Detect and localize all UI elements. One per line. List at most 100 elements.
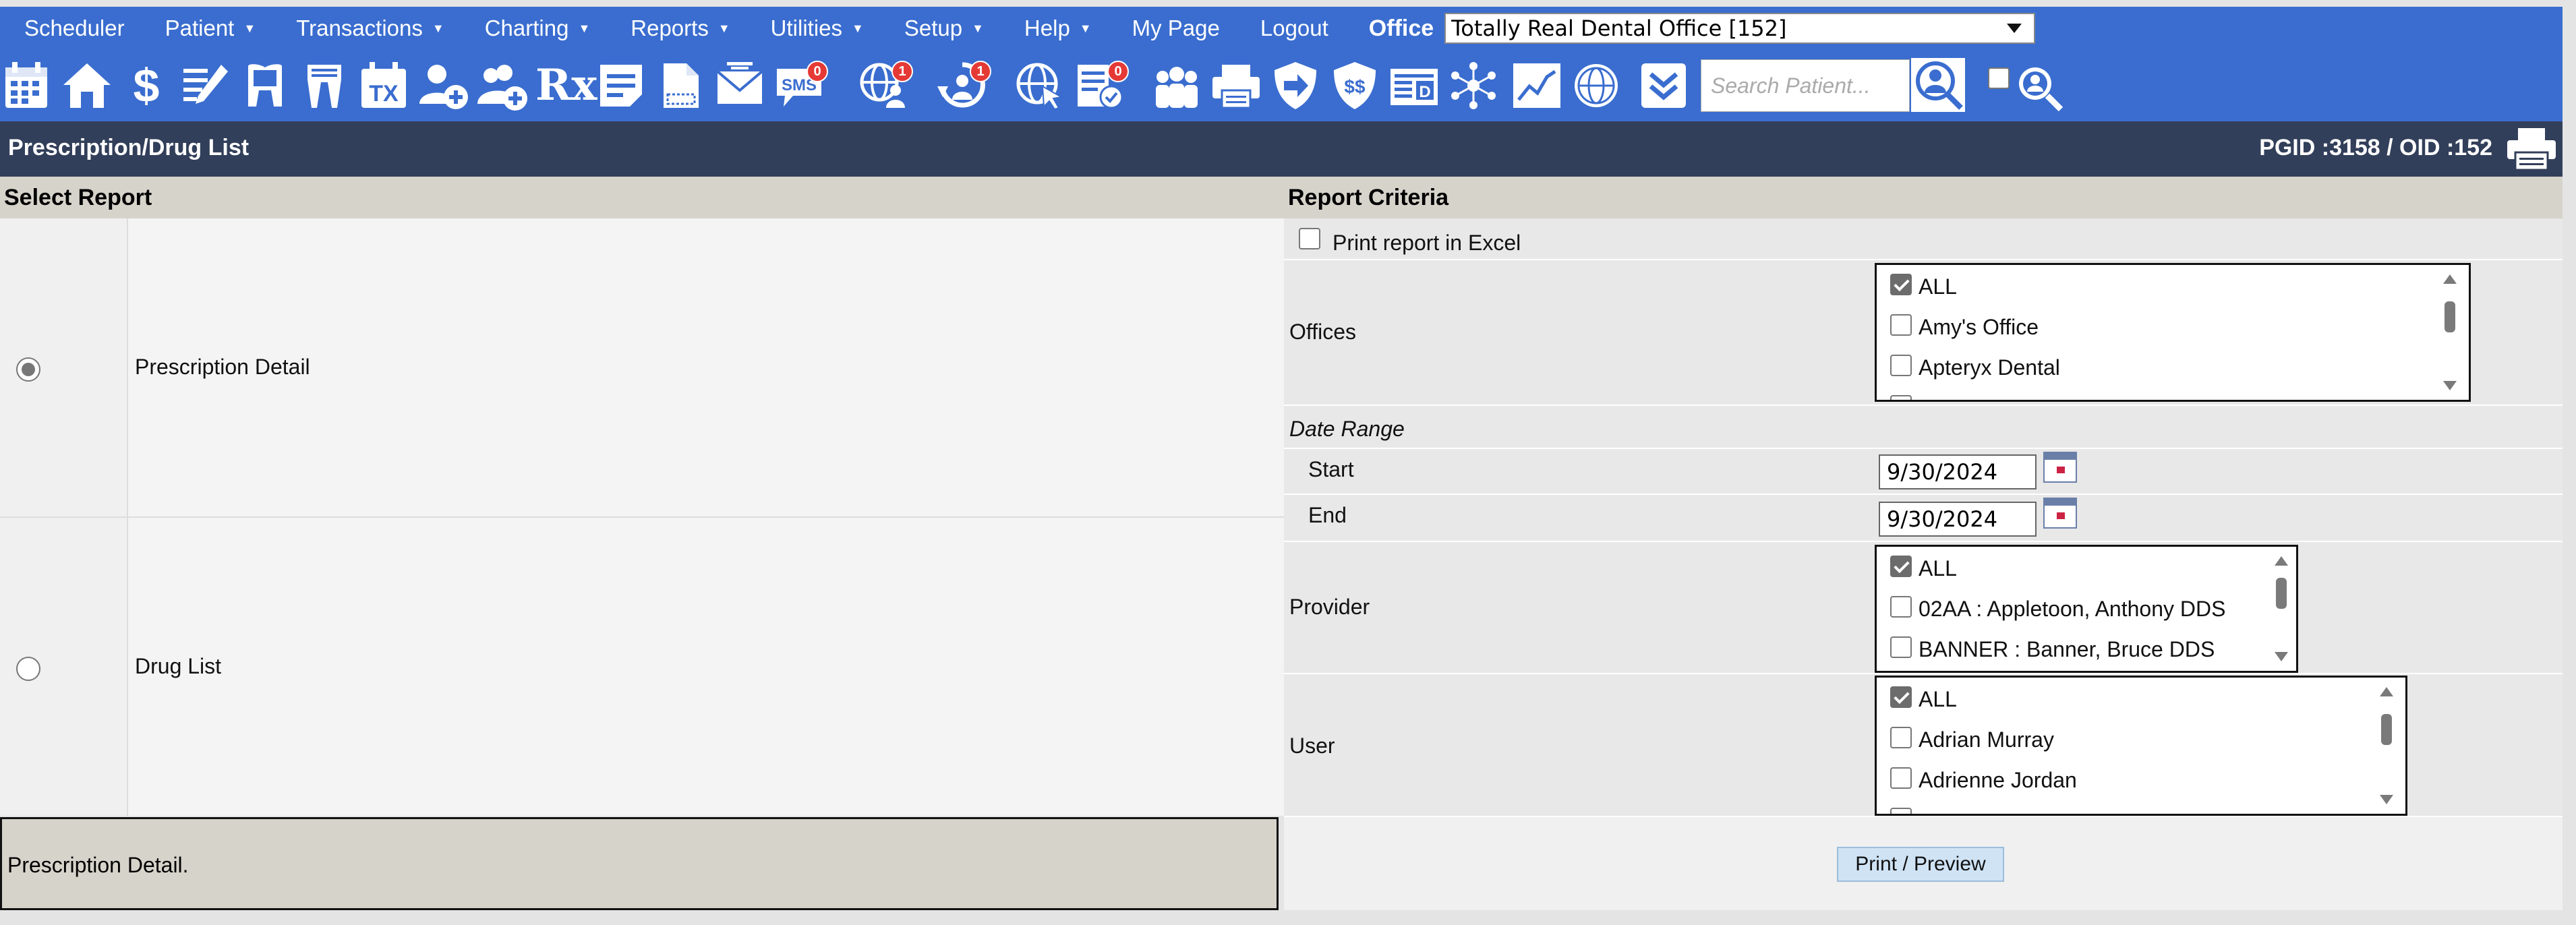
tooth-icon[interactable] [239,59,291,112]
mail-icon[interactable] [713,59,766,112]
menu-my-page[interactable]: My Page [1132,16,1220,41]
user-listbox[interactable]: ALL Adrian Murray Adrienne Jordan [1875,676,2407,816]
menu-reports[interactable]: Reports ▼ [631,16,730,41]
globe-person-icon[interactable] [1570,59,1622,112]
report-option-prescription-detail[interactable]: Prescription Detail [0,218,1284,518]
office-option-partial [1890,394,1919,400]
prescription-detail-radio[interactable] [16,357,40,382]
search-patient-button[interactable] [1911,58,1965,112]
offices-scrollbar[interactable] [2439,268,2461,397]
provider-listbox[interactable]: ALL 02AA : Appletoon, Anthony DDS BANNER… [1875,545,2298,673]
option-label: ALL [1919,274,1957,299]
scroll-thumb[interactable] [2445,301,2455,332]
add-family-icon[interactable] [476,59,529,112]
calendar-icon[interactable] [1,59,54,112]
dollar-icon[interactable]: $ [120,59,173,112]
menu-label: Utilities [770,16,843,40]
caret-down-icon: ▼ [432,21,444,35]
provider-option-all[interactable]: ALL [1890,555,1957,581]
home-icon[interactable] [61,59,113,112]
recall-icon[interactable]: 1 [936,59,991,112]
office-checkbox[interactable] [1890,314,1912,336]
office-select[interactable]: Totally Real Dental Office [152] [1444,13,2036,44]
patient-search-input[interactable]: Search Patient... [1701,59,1910,112]
offices-row: Offices ALL Amy's Office Apteryx Dental [1284,260,2563,406]
user-checkbox[interactable] [1890,726,1912,748]
user-option[interactable]: Adrian Murray [1890,726,2054,752]
advanced-search-icon[interactable] [2011,59,2065,113]
provider-option[interactable]: BANNER : Banner, Bruce DDS [1890,636,2215,662]
menu-scheduler[interactable]: Scheduler [24,16,125,41]
line-chart-icon[interactable] [1511,59,1563,112]
web-click-icon[interactable] [1013,59,1065,112]
scroll-down-icon[interactable] [2380,795,2393,804]
print-page-icon[interactable] [2505,127,2558,171]
web-count-badge: 1 [891,61,913,82]
menu-help[interactable]: Help ▼ [1024,16,1092,41]
user-checkbox[interactable] [1890,767,1912,789]
office-checkbox[interactable] [1890,354,1912,376]
search-option-checkbox[interactable] [1988,67,2010,89]
end-date-input[interactable]: 9/30/2024 [1879,502,2037,537]
add-patient-icon[interactable] [417,59,469,112]
scroll-down-icon[interactable] [2443,381,2457,390]
menu-charting[interactable]: Charting ▼ [485,16,591,41]
scroll-up-icon[interactable] [2443,274,2457,284]
report-option-drug-list[interactable]: Drug List [0,518,1284,816]
provider-checkbox[interactable] [1890,595,1912,618]
scroll-up-icon[interactable] [2380,687,2393,696]
user-checkbox[interactable] [1890,807,1912,814]
forms-count-badge: 0 [1107,61,1129,82]
end-calendar-icon[interactable] [2043,498,2077,529]
office-select-value: Totally Real Dental Office [152] [1451,16,1787,41]
forms-icon[interactable]: 0 [1074,59,1129,112]
scroll-thumb[interactable] [2381,714,2392,745]
caret-down-icon: ▼ [718,21,730,35]
tx-label: TX [369,81,399,107]
tooth-roots-icon[interactable] [298,59,351,112]
office-option-all[interactable]: ALL [1890,273,1957,299]
provider-scrollbar[interactable] [2271,549,2292,668]
office-all-checkbox[interactable] [1890,273,1912,295]
menu-setup[interactable]: Setup ▼ [904,16,984,41]
chart-edit-icon[interactable] [179,59,232,112]
provider-option[interactable]: 02AA : Appletoon, Anthony DDS [1890,595,2225,622]
user-all-checkbox[interactable] [1890,686,1912,708]
family-icon[interactable] [1150,59,1203,112]
user-option[interactable]: Adrienne Jordan [1890,767,2077,793]
offices-listbox[interactable]: ALL Amy's Office Apteryx Dental [1875,263,2471,402]
document-icon[interactable] [654,59,707,112]
menu-logout[interactable]: Logout [1260,16,1328,41]
report-description: Prescription Detail. [0,817,1279,910]
insurance-shield-icon[interactable]: $$ [1328,59,1381,112]
forward-icon[interactable] [1269,59,1322,112]
provider-all-checkbox[interactable] [1890,555,1912,577]
provider-checkbox[interactable] [1890,636,1912,658]
web-patient-icon[interactable]: 1 [858,59,913,112]
menu-utilities[interactable]: Utilities ▼ [771,16,864,41]
report-option-label: Drug List [135,654,222,678]
office-option[interactable]: Amy's Office [1890,314,2039,340]
scroll-thumb[interactable] [2276,578,2287,609]
menu-transactions[interactable]: Transactions ▼ [296,16,444,41]
collapse-down-icon[interactable] [1637,59,1690,112]
network-icon[interactable] [1447,59,1500,112]
treatment-tx-icon[interactable]: TX [357,59,410,112]
office-option[interactable]: Apteryx Dental [1890,354,2060,380]
rx-icon[interactable]: Rx [535,59,597,112]
menu-patient[interactable]: Patient ▼ [165,16,256,41]
drug-list-radio[interactable] [16,657,40,681]
sms-icon[interactable]: SMS 0 [773,59,828,112]
start-calendar-icon[interactable] [2043,452,2077,483]
scroll-up-icon[interactable] [2275,556,2288,566]
print-preview-button[interactable]: Print / Preview [1837,847,2004,882]
print-excel-checkbox[interactable] [1299,228,1320,249]
scroll-down-icon[interactable] [2275,652,2288,661]
notes-icon[interactable] [595,59,647,112]
start-date-input[interactable]: 9/30/2024 [1879,454,2037,489]
user-option-all[interactable]: ALL [1890,686,1957,712]
money-exchange-icon[interactable]: D [1388,59,1440,112]
user-scrollbar[interactable] [2376,680,2397,811]
office-checkbox[interactable] [1890,394,1912,400]
printer-icon[interactable] [1210,59,1262,112]
